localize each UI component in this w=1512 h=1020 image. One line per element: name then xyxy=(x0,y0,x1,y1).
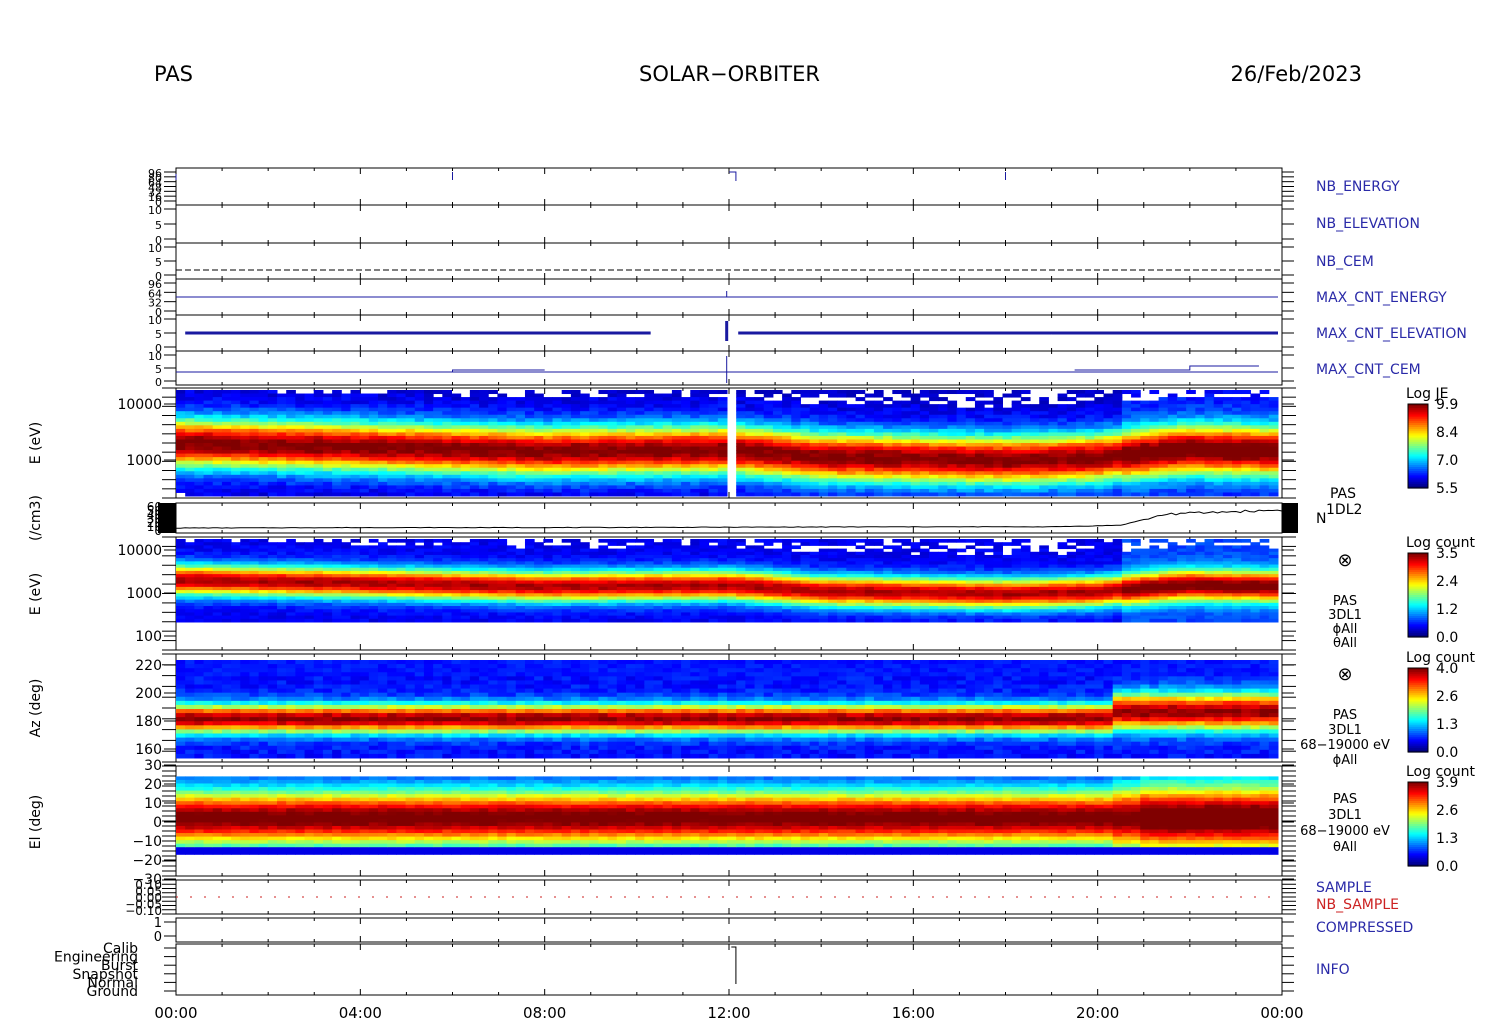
time-axis-tick-1: 04:00 xyxy=(339,1004,382,1020)
hk-label-5: MAX_CNT_CEM xyxy=(1316,362,1421,378)
elevation-tick-3: 0 xyxy=(153,815,162,831)
time-axis-tick-0: 00:00 xyxy=(154,1004,197,1020)
time-axis-tick-6: 00:00 xyxy=(1260,1004,1303,1020)
hk-panel-2-tick-0: 10 xyxy=(148,242,162,255)
nb-energy-trace xyxy=(175,171,1006,181)
energy-3dl1-colorbar-tick-0: 3.5 xyxy=(1436,546,1458,562)
hk-panel-4-tick-0: 10 xyxy=(148,314,162,327)
elevation-colorbar-tick-3: 0.0 xyxy=(1436,859,1458,875)
energy-3dl1-colorbar-tick-3: 0.0 xyxy=(1436,630,1458,646)
hk-panel-1-tick-1: 5 xyxy=(155,219,162,232)
azimuth-colorbar-tick-0: 4.0 xyxy=(1436,661,1458,677)
azimuth-colorbar-tick-1: 2.6 xyxy=(1436,689,1458,705)
azimuth-colorbar-tick-3: 0.0 xyxy=(1436,745,1458,761)
energy-3dl1-tick-1: 1000 xyxy=(126,586,162,602)
azimuth-side-3: ϕAll xyxy=(1333,753,1358,768)
time-axis-tick-2: 08:00 xyxy=(523,1004,566,1020)
energy-3dl1-colorbar-tick-2: 1.2 xyxy=(1436,602,1458,618)
nb-sample-label: NB_SAMPLE xyxy=(1316,897,1399,913)
energy-1dl2-ylabel: E (eV) xyxy=(28,422,44,464)
energy-3dl1-side-0: PAS xyxy=(1333,594,1357,609)
hk-label-4: MAX_CNT_ELEVATION xyxy=(1316,326,1467,342)
hk-panel-1-tick-0: 10 xyxy=(148,204,162,217)
energy-3dl1-heatmap xyxy=(176,539,1279,623)
elevation-tick-4: −10 xyxy=(132,834,162,850)
energy-1dl2-colorbar-tick-0: 9.9 xyxy=(1436,397,1458,413)
hk-panel-4-tick-1: 5 xyxy=(155,328,162,341)
elevation-colorbar-tick-1: 2.6 xyxy=(1436,803,1458,819)
hk-label-3: MAX_CNT_ENERGY xyxy=(1316,290,1447,306)
elevation-side-1: 3DL1 xyxy=(1328,808,1362,823)
energy-1dl2-colorbar-tick-2: 7.0 xyxy=(1436,453,1458,469)
azimuth-tick-0: 220 xyxy=(135,658,162,674)
elevation-colorbar-tick-2: 1.3 xyxy=(1436,831,1458,847)
sample-label: SAMPLE xyxy=(1316,880,1372,896)
energy-3dl1-tick-2: 100 xyxy=(135,629,162,645)
info-tick-5: Ground xyxy=(87,984,139,1000)
compressed-tick-0: 1 xyxy=(154,916,162,931)
max-cnt-cem-trace xyxy=(176,356,1278,383)
azimuth-tick-1: 200 xyxy=(135,686,162,702)
azimuth-side-0: PAS xyxy=(1333,708,1357,723)
plot-canvas: 00:00 04:00 08:00 12:00 16:00 20:00 00:0096806… xyxy=(28,167,1475,1020)
azimuth-heatmap xyxy=(176,660,1279,759)
elevation-tick-2: 10 xyxy=(144,796,162,812)
density-series-label: N xyxy=(1316,511,1326,527)
azimuth-tick-2: 180 xyxy=(135,714,162,730)
hk-panel-5-tick-1: 5 xyxy=(155,363,162,376)
elevation-side-2: 68−19000 eV xyxy=(1300,824,1390,839)
azimuth-colorbar-tick-2: 1.3 xyxy=(1436,717,1458,733)
azimuth-ylabel: Az (deg) xyxy=(28,679,44,738)
time-axis-tick-5: 20:00 xyxy=(1076,1004,1119,1020)
max-cnt-energy-trace xyxy=(176,291,1278,298)
azimuth-symbol: ⊗ xyxy=(1337,664,1352,685)
hk-label-2: NB_CEM xyxy=(1316,254,1374,270)
energy-1dl2-colorbar-tick-3: 5.5 xyxy=(1436,481,1458,497)
density-tick-6: 0 xyxy=(154,524,162,538)
hk-panel-5-tick-2: 0 xyxy=(155,376,162,389)
energy-3dl1-colorbar-tick-1: 2.4 xyxy=(1436,574,1458,590)
azimuth-tick-3: 160 xyxy=(135,742,162,758)
density-trace xyxy=(176,509,1283,529)
density-name-1: 1DL2 xyxy=(1326,502,1362,518)
max-cnt-elevation-trace xyxy=(185,321,1278,341)
compressed-label: COMPRESSED xyxy=(1316,920,1413,936)
density-name-0: PAS xyxy=(1330,486,1356,502)
hk-panel-5-tick-0: 10 xyxy=(148,350,162,363)
hk-label-1: NB_ELEVATION xyxy=(1316,216,1420,232)
info-panel xyxy=(175,943,1283,996)
hk-label-0: NB_ENERGY xyxy=(1316,179,1400,195)
energy-1dl2-tick-1: 1000 xyxy=(126,453,162,469)
energy-1dl2-heatmap xyxy=(176,390,1279,497)
hk-panel-2-tick-1: 5 xyxy=(155,256,162,269)
elevation-tick-1: 20 xyxy=(144,777,162,793)
info-trace xyxy=(731,946,737,984)
info-label: INFO xyxy=(1316,962,1350,978)
energy-3dl1-side-2: ϕAll xyxy=(1333,622,1358,637)
energy-3dl1-symbol: ⊗ xyxy=(1337,550,1352,571)
energy-3dl1-tick-0: 10000 xyxy=(117,543,162,559)
elevation-ylabel: El (deg) xyxy=(28,795,44,850)
energy-3dl1-side-3: θAll xyxy=(1333,636,1357,651)
density-right-block xyxy=(1282,503,1298,533)
elevation-side-3: θAll xyxy=(1333,840,1357,855)
density-ylabel: (/cm3) xyxy=(28,495,44,541)
energy-3dl1-ylabel: E (eV) xyxy=(28,573,44,615)
time-axis-tick-4: 16:00 xyxy=(892,1004,935,1020)
azimuth-side-2: 68−19000 eV xyxy=(1300,738,1390,753)
time-axis-tick-3: 12:00 xyxy=(707,1004,750,1020)
energy-1dl2-tick-0: 10000 xyxy=(117,397,162,413)
energy-1dl2-colorbar-tick-1: 8.4 xyxy=(1436,425,1458,441)
elevation-tick-0: 30 xyxy=(144,758,162,774)
energy-3dl1-side-1: 3DL1 xyxy=(1328,608,1362,623)
compressed-tick-1: 0 xyxy=(154,930,162,945)
elevation-side-0: PAS xyxy=(1333,792,1357,807)
azimuth-side-1: 3DL1 xyxy=(1328,723,1362,738)
elevation-tick-5: −20 xyxy=(132,853,162,869)
elevation-heatmap xyxy=(176,776,1279,855)
elevation-colorbar-tick-0: 3.9 xyxy=(1436,775,1458,791)
